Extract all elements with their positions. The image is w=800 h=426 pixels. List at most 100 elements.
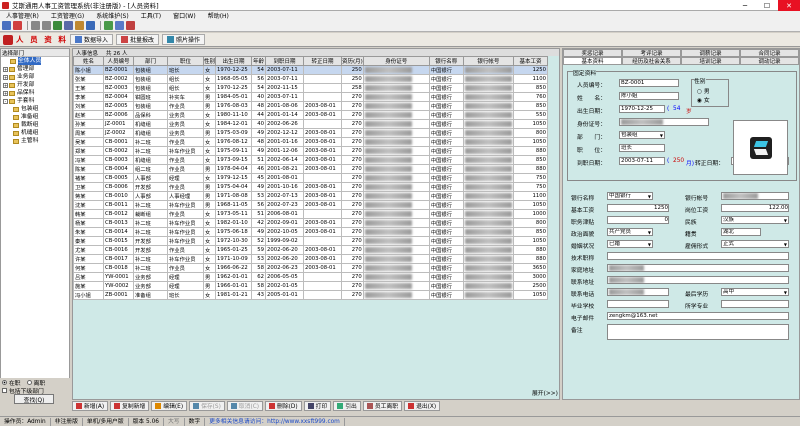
column-header[interactable]: 部门 <box>133 56 168 66</box>
action-button[interactable]: 引出 <box>333 400 361 411</box>
table-row[interactable]: 张某 BZ-0002 包装组 组长女 1968-05-05 56 2003-07-11 250… <box>73 74 548 84</box>
table-row[interactable]: 吴某 CB-0001 补二班 作业员女 1976-08-12 48 2001-01-16 20… <box>73 137 548 147</box>
name-field[interactable]: 陈小姐 <box>619 92 679 100</box>
photo-button[interactable]: 照片操作 <box>162 34 206 45</box>
table-row[interactable]: 赵某 BZ-0006 品保科 业务员女 1980-11-10 44 2001-01-14 20… <box>73 110 548 120</box>
radio-resigned[interactable] <box>26 379 32 385</box>
menu-help[interactable]: 帮助(H) <box>202 11 235 20</box>
photo-box[interactable] <box>733 120 788 175</box>
column-header[interactable]: 性别 <box>202 56 217 66</box>
job-field[interactable]: 0 <box>607 216 669 224</box>
action-button[interactable]: 保存(S) <box>189 400 225 411</box>
text-field[interactable] <box>607 252 789 260</box>
table-row[interactable]: 李某 BZ-0004 钳圆班 补实车男 1984-05-01 40 2003-07-11 27… <box>73 92 548 102</box>
sal-field[interactable]: 1250 <box>607 204 669 212</box>
nation-field[interactable]: 汉族 <box>721 216 789 224</box>
tree-node[interactable]: 主管科 <box>3 137 69 145</box>
tree-node[interactable]: 准备组 <box>3 113 69 121</box>
tree-node[interactable]: + 开发部 <box>3 81 69 89</box>
column-header[interactable]: 银行帐号 <box>462 56 515 66</box>
table-row[interactable]: 施某 YW-0002 业务部 经理男 1966-01-01 58 2002-01-05 270… <box>73 281 548 291</box>
column-header[interactable]: 转正日期 <box>303 56 343 66</box>
window-icon[interactable] <box>115 21 124 30</box>
note-field[interactable] <box>607 324 789 340</box>
table-icon[interactable] <box>104 21 113 30</box>
text-field[interactable]: 0000000000 <box>607 264 789 272</box>
calc-icon[interactable] <box>53 21 62 30</box>
sex-female[interactable]: ◉ 女 <box>697 95 710 104</box>
status-item[interactable]: 更多相关信息请访问：http://www.xxsft999.com <box>205 417 345 426</box>
table-row[interactable]: 陈小姐 BZ-0001 包装组 班长女 1970-12-25 54 2003-07-11 25… <box>73 65 548 75</box>
type-field[interactable]: 正式 <box>721 240 789 248</box>
tab-salary-change[interactable]: 调薪记录 <box>681 49 740 57</box>
menu-salary[interactable]: 工资管理(G) <box>45 11 90 20</box>
tab-basic[interactable]: 基本资料 <box>563 57 622 65</box>
action-button[interactable]: 复制新增 <box>110 400 150 411</box>
tree-node[interactable]: 机缝组 <box>3 129 69 137</box>
action-button[interactable]: 退出(X) <box>404 400 441 411</box>
birth-field[interactable]: 1970-12-25 <box>619 105 665 113</box>
column-header[interactable]: 出生日期 <box>215 56 253 66</box>
table-row[interactable]: 陈某 CB-0004 组二班 作业员男 1978-04-04 46 2001-08-21 20… <box>73 164 548 174</box>
tree-node[interactable]: 包装组 <box>3 105 69 113</box>
column-header[interactable]: 资历(月) <box>341 56 364 66</box>
batch-edit-button[interactable]: 批量报改 <box>116 34 160 45</box>
undo-icon[interactable] <box>31 21 40 30</box>
edit-icon[interactable] <box>64 21 73 30</box>
open-icon[interactable] <box>2 21 11 30</box>
table-row[interactable]: 杨某 CB-0013 补二班 补车作业员女 1982-01-10 42 2002-09-01… <box>73 218 548 228</box>
text-field[interactable]: 0000000000 <box>721 192 789 200</box>
table-row[interactable]: 秦某 CB-0015 开发部 补车作业员女 1972-10-30 52 1999-09-02… <box>73 236 548 246</box>
expand-toggle-icon[interactable]: + <box>3 82 8 88</box>
column-header[interactable]: 年龄 <box>251 56 267 66</box>
tree-node[interactable]: + 品保科 <box>3 89 69 97</box>
text-field[interactable] <box>607 300 669 308</box>
table-row[interactable]: 郑某 CB-0002 补二班 补车作业员女 1975-09-11 49 2001-12-06… <box>73 146 548 156</box>
expand-toggle-icon[interactable]: - <box>3 98 8 104</box>
table-row[interactable]: 王某 BZ-0003 包装组 组长女 1970-12-25 54 2002-11-15 258… <box>73 83 548 93</box>
redo-icon[interactable] <box>42 21 51 30</box>
table-row[interactable]: 许某 CB-0017 补二班 补车作业员女 1971-10-09 53 2002-06-20… <box>73 254 548 264</box>
table-row[interactable]: 尤某 CB-0016 开发部 作业员女 1965-01-25 59 2002-06-20 20… <box>73 245 548 255</box>
close-icon[interactable] <box>13 21 22 30</box>
table-row[interactable]: 朱某 CB-0014 补二班 补车作业员女 1975-06-18 49 2002-10-05… <box>73 227 548 237</box>
table-row[interactable]: 沈某 CB-0011 补二班 补车作业员男 1968-11-05 56 2002-07-23… <box>73 200 548 210</box>
expand-toggle-icon[interactable]: + <box>3 66 8 72</box>
column-header[interactable]: 到职日期 <box>265 56 305 66</box>
tree-node[interactable]: 裁断组 <box>3 121 69 129</box>
menu-tools[interactable]: 工具(T) <box>135 11 167 20</box>
marry-field[interactable]: 已婚 <box>607 240 653 248</box>
expand-button[interactable]: 展开(>>) <box>532 388 558 397</box>
table-row[interactable]: 何某 CB-0018 补二班 作业员女 1966-06-22 58 2002-06-23 20… <box>73 263 548 273</box>
tab-rewards[interactable]: 奖惩记录 <box>563 49 622 57</box>
tab-experience[interactable]: 经历及社会关系 <box>622 57 681 65</box>
employee-no-field[interactable]: BZ-0001 <box>619 79 679 87</box>
import-button[interactable]: 数据导入 <box>70 34 114 45</box>
column-header[interactable]: 银行名称 <box>428 56 464 66</box>
close-button[interactable]: ✕ <box>778 0 800 11</box>
action-button[interactable]: 删除(D) <box>265 400 302 411</box>
column-header[interactable]: 姓名 <box>73 56 104 66</box>
tab-evaluation[interactable]: 考评记录 <box>622 49 681 57</box>
expand-toggle-icon[interactable]: + <box>3 74 8 80</box>
tree-node[interactable]: + 管理部 <box>3 65 69 73</box>
tab-transfer[interactable]: 调动记录 <box>740 57 799 65</box>
join-field[interactable]: 2003-07-11 <box>619 157 665 165</box>
column-header[interactable]: 基本工资 <box>513 56 548 66</box>
column-header[interactable]: 身份证号 <box>362 56 430 66</box>
position-field[interactable]: 班长 <box>619 144 665 152</box>
mail-field[interactable]: zengkm@163.net <box>607 312 789 320</box>
tree-node[interactable]: 全体人员 <box>3 57 69 65</box>
table-row[interactable]: 褚某 CB-0005 人事部 经理女 1979-12-15 45 2001-08-01 270… <box>73 173 548 183</box>
table-row[interactable]: 冯小姐 ZB-0001 准备组 班长女 1981-01-21 43 2005-01-01 27… <box>73 290 548 300</box>
radio-employed[interactable] <box>2 379 7 385</box>
edu-field[interactable]: 高中 <box>721 288 789 296</box>
column-header[interactable]: 人员编号 <box>103 56 134 66</box>
expand-toggle-icon[interactable]: + <box>3 90 8 96</box>
tab-training[interactable]: 培训记录 <box>681 57 740 65</box>
action-button[interactable]: 编辑(E) <box>151 400 188 411</box>
post-field[interactable]: 122.00 <box>721 204 789 212</box>
search-icon[interactable] <box>86 21 95 30</box>
minimize-button[interactable]: ─ <box>734 0 756 11</box>
text-field[interactable]: 0000000000 <box>607 276 789 284</box>
